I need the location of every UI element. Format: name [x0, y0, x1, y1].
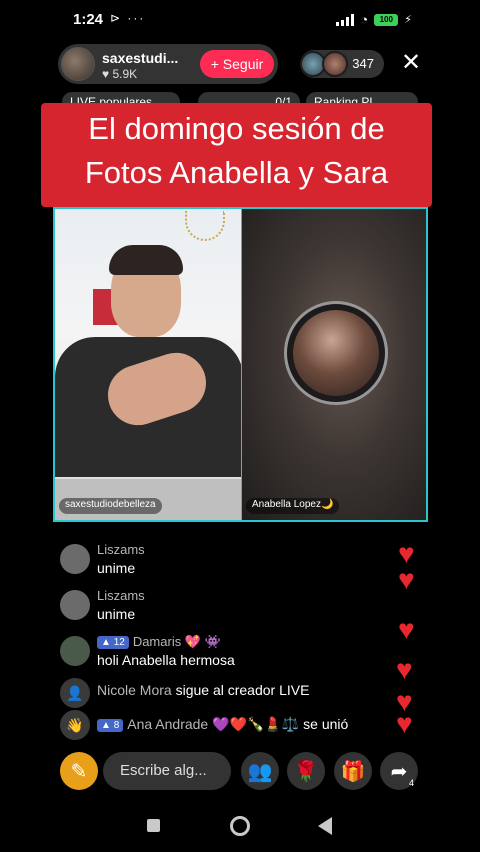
caption-banner: El domingo sesión de Fotos Anabella y Sa… [41, 103, 432, 207]
follow-notice: Nicole Mora sigue al creador LIVE [97, 682, 309, 698]
recents-icon[interactable] [147, 819, 160, 832]
chat-username[interactable]: Liszams [97, 542, 145, 557]
viewer-count: 347 [352, 56, 374, 71]
person-icon: 👤 [60, 678, 90, 708]
level-badge: ▲ 12 [97, 636, 129, 649]
host-avatar[interactable] [61, 47, 95, 81]
chat-username[interactable]: ▲ 12 Damaris 💖 👾 [97, 634, 221, 650]
heart-icon: ♥ [398, 564, 415, 595]
host-hair-image [109, 245, 183, 275]
status-right: ◔ 100 ⚡ [336, 12, 412, 27]
status-bar: 1:24 ⊳ ··· ◔ 100 ⚡ [0, 0, 480, 40]
follow-notice-text: sigue al creador LIVE [175, 682, 310, 698]
chat-text: unime [97, 606, 136, 622]
bottom-bar: ✎ Escribe alg... 👥 🌹 🎁 ➦ 4 [0, 750, 480, 794]
viewers-pill[interactable]: 347 [300, 50, 384, 78]
user-avatar[interactable] [60, 636, 90, 666]
guest-panel-label[interactable]: Anabella Lopez🌙 [246, 498, 340, 514]
comment-input[interactable]: Escribe alg... [103, 752, 231, 790]
host-name: saxestudi... [102, 50, 179, 66]
battery-icon: 100 [374, 13, 399, 26]
wifi-icon: ◔ [360, 12, 369, 27]
gift-icon[interactable]: 🎁 [334, 752, 372, 790]
host-likes: ♥ 5.9K [102, 67, 138, 81]
signal-icon [336, 13, 355, 26]
follow-button[interactable]: + Seguir [200, 50, 274, 78]
chandelier-image [185, 211, 225, 241]
heart-icon: ♥ [398, 614, 415, 645]
notification-icons: ⊳ ··· [110, 11, 146, 25]
guests-icon[interactable]: 👥 [241, 752, 279, 790]
chat-username[interactable]: Liszams [97, 588, 145, 603]
host-video-panel[interactable]: saxestudiodebelleza [53, 207, 241, 522]
level-badge: ▲ 8 [97, 719, 124, 732]
close-icon[interactable]: ✕ [400, 51, 422, 75]
rose-gift-icon[interactable]: 🌹 [287, 752, 325, 790]
host-pill[interactable]: saxestudi... ♥ 5.9K + Seguir [58, 44, 278, 84]
home-icon[interactable] [230, 816, 250, 836]
back-icon[interactable] [318, 817, 332, 835]
chat-text: unime [97, 560, 136, 576]
chat-username[interactable]: Ana Andrade 💜❤️🍾💄⚖️ [127, 716, 299, 732]
join-notice-text: se unió [303, 716, 349, 732]
user-avatar[interactable] [60, 590, 90, 620]
pencil-icon[interactable]: ✎ [60, 752, 98, 790]
viewer-avatar[interactable] [322, 51, 348, 77]
guest-avatar [293, 310, 379, 396]
share-count: 4 [408, 778, 414, 788]
chat-text: holi Anabella hermosa [97, 652, 235, 668]
share-icon[interactable]: ➦ 4 [380, 752, 418, 790]
host-panel-label[interactable]: saxestudiodebelleza [59, 498, 162, 514]
status-time: 1:24 [73, 11, 104, 28]
guest-avatar-ring[interactable] [284, 301, 388, 405]
guest-video-panel[interactable]: Anabella Lopez🌙 [241, 207, 428, 522]
floating-hearts: ♥ ♥ ♥ ♥ ♥ ♥ [396, 540, 430, 740]
level-value: 12 [113, 637, 125, 648]
wave-icon: 👋 [60, 710, 90, 740]
charging-icon: ⚡ [404, 14, 412, 26]
heart-icon: ♥ [396, 654, 413, 685]
chat-username-text: Damaris 💖 👾 [132, 634, 221, 649]
system-nav-bar [0, 800, 480, 852]
chat-username[interactable]: Nicole Mora [97, 682, 172, 698]
join-notice: ▲ 8 Ana Andrade 💜❤️🍾💄⚖️ se unió [97, 716, 348, 733]
heart-icon: ♥ [396, 708, 413, 739]
caption-line-1: El domingo sesión de [88, 111, 385, 146]
caption-line-2: Fotos Anabella y Sara [84, 155, 389, 190]
level-value: 8 [113, 720, 120, 731]
user-avatar[interactable] [60, 544, 90, 574]
